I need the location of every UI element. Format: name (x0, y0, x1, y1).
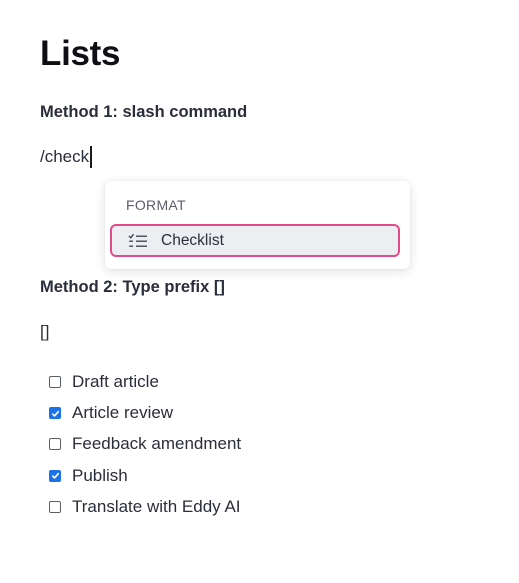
page-title: Lists (40, 34, 121, 73)
checklist-item: Draft article (49, 366, 241, 397)
prefix-line[interactable]: [] (40, 322, 49, 342)
checklist-item: Publish (49, 460, 241, 491)
editor-page: Lists Method 1: slash command /check FOR… (0, 0, 519, 583)
checkbox[interactable] (49, 501, 61, 514)
checklist-item: Translate with Eddy AI (49, 492, 241, 523)
checkbox[interactable] (49, 375, 61, 388)
checklist-item: Feedback amendment (49, 429, 241, 460)
checklist: Draft article Article review Feedback am… (49, 366, 241, 523)
checkbox[interactable] (49, 407, 61, 420)
slash-command-line[interactable]: /check (40, 146, 92, 168)
checklist-item-label: Translate with Eddy AI (72, 497, 241, 517)
slash-command-text: /check (40, 147, 90, 166)
checklist-item-label: Feedback amendment (72, 434, 242, 454)
checklist-item-label: Draft article (72, 371, 159, 391)
slash-command-menu: FORMAT Checklist (105, 181, 410, 269)
method-2-heading: Method 2: Type prefix [] (40, 278, 225, 296)
text-caret (90, 146, 92, 168)
checklist-item-label: Publish (72, 465, 128, 485)
checklist-item: Article review (49, 397, 241, 428)
checkbox[interactable] (49, 438, 61, 451)
menu-section-label: FORMAT (126, 197, 186, 213)
menu-item-label: Checklist (161, 231, 224, 249)
checklist-icon (128, 232, 150, 250)
menu-item-checklist[interactable]: Checklist (110, 224, 400, 257)
method-1-heading: Method 1: slash command (40, 103, 248, 121)
checklist-item-label: Article review (72, 403, 174, 423)
checkbox[interactable] (49, 469, 61, 482)
